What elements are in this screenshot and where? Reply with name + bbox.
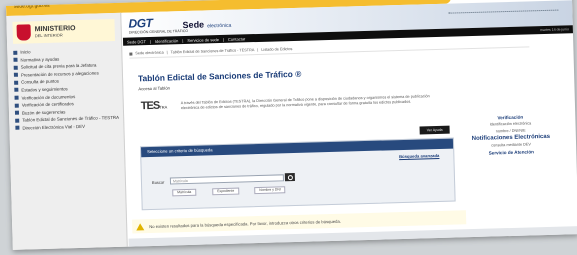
square-bullet-icon: [14, 88, 19, 93]
right-sidebar-links: Verificación Identificación electrónica …: [455, 112, 566, 157]
search-label: Buscar: [151, 179, 165, 185]
nav-separator: |: [149, 38, 152, 44]
breadcrumb-bullet-icon: [129, 51, 133, 56]
top-tab-text: sede.dgt.gob.es: [13, 2, 50, 10]
nav-item[interactable]: Verificación de certificados: [14, 100, 119, 108]
search-option-expediente[interactable]: Expediente: [212, 187, 240, 196]
search-panel: Seleccione un criterio de búsqueda Búsqu…: [139, 137, 456, 211]
advanced-search-link[interactable]: Búsqueda avanzada: [399, 153, 439, 159]
left-sidebar: MINISTERIO DEL INTERIOR Inicio Normativa…: [6, 12, 128, 250]
left-nav: Inicio Normativa y ayudas Solicitud de c…: [13, 47, 119, 133]
nav-item[interactable]: Inicio: [13, 47, 117, 55]
nav-separator: |: [182, 37, 184, 43]
square-bullet-icon: [14, 95, 19, 100]
nav-separator: |: [222, 36, 225, 42]
warning-icon: [136, 222, 145, 230]
nav-item[interactable]: Solicitud de cita previa para la Jefatur…: [13, 62, 118, 70]
square-bullet-icon: [13, 72, 18, 78]
header-decoration: [448, 9, 559, 18]
breadcrumb-item: Listado de Edictos: [261, 47, 293, 52]
square-bullet-icon: [13, 65, 18, 70]
gov-sub: DEL INTERIOR: [34, 32, 63, 39]
nav-link-contactar[interactable]: Contactar: [228, 36, 245, 41]
search-button[interactable]: [284, 173, 295, 182]
square-bullet-icon: [15, 126, 20, 131]
nav-item[interactable]: Normativa y ayudas: [13, 55, 117, 63]
square-bullet-icon: [14, 80, 19, 85]
navbar-date: martes 14 de junio: [540, 27, 569, 33]
coat-of-arms-icon: [16, 24, 31, 41]
warning-text: No existen resultados para la búsqueda e…: [149, 218, 342, 229]
sede-logo[interactable]: Sede electrónica: [182, 19, 231, 30]
dgt-logo[interactable]: DGT DIRECCIÓN GENERAL DE TRÁFICO: [128, 15, 188, 35]
nav-item[interactable]: Buzón de sugerencias: [14, 108, 119, 116]
section-label: Acceso al Tablón: [138, 85, 171, 92]
square-bullet-icon: [13, 57, 18, 62]
nav-link-identificacion[interactable]: Identificación: [155, 38, 178, 44]
square-bullet-icon: [15, 118, 20, 123]
nav-link-sede[interactable]: Sede DGT: [127, 39, 146, 45]
breadcrumb-item[interactable]: Sede electrónica: [135, 51, 163, 56]
nav-item[interactable]: Verificación de documentos: [14, 92, 118, 100]
nav-item[interactable]: Presentación de recursos y alegaciones: [13, 70, 118, 78]
square-bullet-icon: [13, 50, 18, 55]
description-text: A través del Tablón de Edictos (TESTRA),…: [180, 94, 430, 110]
search-input[interactable]: Matrícula: [169, 174, 285, 185]
nav-link-servicios[interactable]: Servicios de sede: [187, 37, 219, 43]
search-option-matricula[interactable]: Matrícula: [172, 188, 197, 197]
dgt-logo-sub: DIRECCIÓN GENERAL DE TRÁFICO: [128, 28, 189, 35]
testra-logo: TESTRA: [140, 99, 168, 113]
browser-page: sede.dgt.gob.es MINISTERIO DEL INTERIOR …: [6, 0, 577, 250]
nav-item[interactable]: Tablón Edictal de Sanciones de Tráfico -…: [15, 115, 119, 123]
help-button[interactable]: Ver Ayuda: [419, 125, 450, 135]
square-bullet-icon: [14, 110, 20, 116]
government-logo: MINISTERIO DEL INTERIOR: [12, 18, 116, 44]
nav-item[interactable]: Estados y seguimientos: [14, 85, 118, 93]
nav-item[interactable]: Consulta de puntos: [14, 77, 118, 85]
main-content: DGT DIRECCIÓN GENERAL DE TRÁFICO Sede ele…: [122, 0, 577, 250]
square-bullet-icon: [14, 103, 19, 108]
nav-item[interactable]: Dirección Electrónica Vial - DEV: [15, 123, 119, 131]
search-option-nombre[interactable]: Nombre y DNI: [254, 186, 286, 195]
page-title: Tablón Edictal de Sanciones de Tráfico ®: [137, 68, 302, 83]
